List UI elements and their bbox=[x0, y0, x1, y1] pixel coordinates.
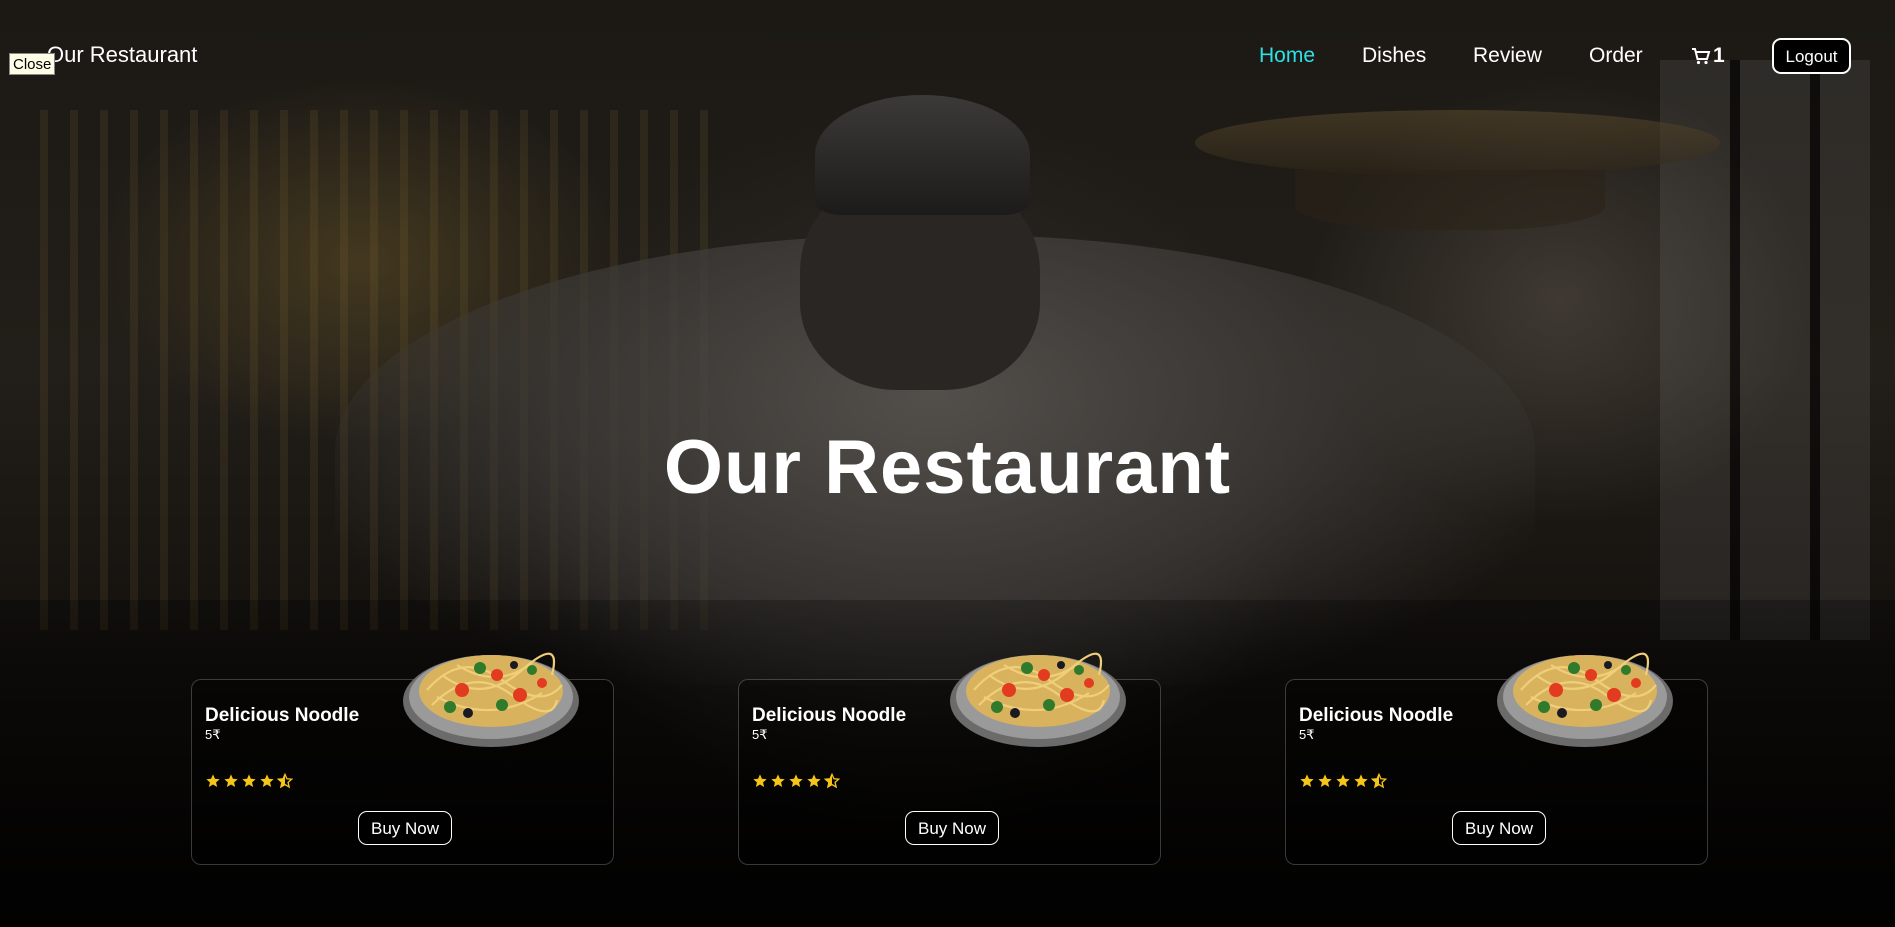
noodle-dish-image bbox=[949, 635, 1127, 750]
cart-button[interactable]: 1 bbox=[1691, 44, 1725, 68]
star-icon bbox=[206, 774, 220, 787]
star-icon bbox=[753, 774, 767, 787]
star-icon bbox=[260, 774, 274, 787]
buy-now-button[interactable]: Buy Now bbox=[358, 811, 452, 845]
cart-count: 1 bbox=[1713, 44, 1725, 67]
nav-order[interactable]: Order bbox=[1589, 44, 1643, 68]
star-icon bbox=[224, 774, 238, 787]
dish-price: 5₹ bbox=[752, 727, 768, 742]
star-rating bbox=[752, 773, 840, 789]
dish-card: Delicious Noodle 5₹ Buy Now bbox=[191, 652, 614, 865]
star-icon bbox=[807, 774, 821, 787]
star-icon bbox=[1354, 774, 1368, 787]
nav-home[interactable]: Home bbox=[1259, 44, 1315, 68]
star-icon bbox=[242, 774, 256, 787]
dish-title: Delicious Noodle bbox=[752, 705, 907, 726]
star-rating bbox=[205, 773, 293, 789]
background-pendant-lamp bbox=[1195, 110, 1720, 176]
nav-dishes[interactable]: Dishes bbox=[1362, 44, 1426, 68]
star-icon bbox=[1318, 774, 1332, 787]
star-icon bbox=[789, 774, 803, 787]
dish-card: Delicious Noodle 5₹ Buy Now bbox=[738, 652, 1161, 865]
buy-now-button[interactable]: Buy Now bbox=[1452, 811, 1546, 845]
logout-button[interactable]: Logout bbox=[1772, 38, 1851, 74]
star-icon bbox=[1336, 774, 1350, 787]
noodle-dish-image bbox=[402, 635, 580, 750]
dish-title: Delicious Noodle bbox=[1299, 705, 1454, 726]
buy-now-button[interactable]: Buy Now bbox=[905, 811, 999, 845]
noodle-dish-image bbox=[1496, 635, 1674, 750]
star-half-icon bbox=[277, 773, 293, 789]
dish-title: Delicious Noodle bbox=[205, 705, 360, 726]
background-chef-hat bbox=[815, 95, 1030, 215]
star-half-icon bbox=[1371, 773, 1387, 789]
dish-price: 5₹ bbox=[205, 727, 221, 742]
dish-card: Delicious Noodle 5₹ Buy Now bbox=[1285, 652, 1708, 865]
cart-icon bbox=[1692, 48, 1711, 65]
star-rating bbox=[1299, 773, 1387, 789]
brand-logo-text[interactable]: Our Restaurant bbox=[47, 42, 197, 68]
nav-review[interactable]: Review bbox=[1473, 44, 1542, 68]
star-icon bbox=[1300, 774, 1314, 787]
star-half-icon bbox=[824, 773, 840, 789]
star-icon bbox=[771, 774, 785, 787]
close-button[interactable]: Close bbox=[9, 53, 56, 75]
background-pendant-lamp-base bbox=[1295, 170, 1605, 230]
hero-title: Our Restaurant bbox=[663, 425, 1232, 510]
dish-price: 5₹ bbox=[1299, 727, 1315, 742]
